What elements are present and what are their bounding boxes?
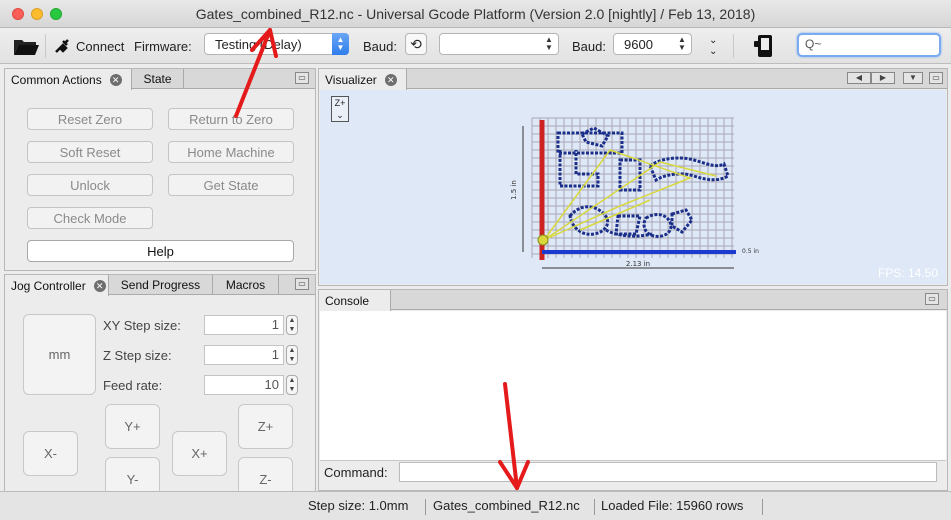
firmware-select[interactable]: Testing (Delay) ▲ ▼ [204,33,349,55]
fps-readout: FPS: 14.50 [877,266,938,280]
tab-list-button[interactable]: ▼ [903,72,923,84]
double-chevron-down-icon: ⌄ ⌄ [709,35,718,57]
toolbar-overflow-button[interactable]: ⌄ ⌄ [709,28,717,64]
scroll-tabs-right-button[interactable]: ▶ [871,72,895,84]
tab-visualizer[interactable]: Visualizer ✕ [319,69,407,90]
status-separator [425,499,426,515]
home-machine-button[interactable]: Home Machine [168,141,294,163]
unlock-button[interactable]: Unlock [27,174,153,196]
title-bar: Gates_combined_R12.nc - Universal Gcode … [0,0,951,28]
check-mode-button[interactable]: Check Mode [27,207,153,229]
connect-button[interactable]: Connect [52,28,124,64]
dim-label-horizontal: 2.13 in [626,260,650,268]
console-output[interactable] [320,311,946,461]
tab-macros[interactable]: Macros [213,275,279,295]
z-step-input[interactable]: 1 [204,345,284,365]
rapid-moves [543,149,717,241]
refresh-icon: ⟲ [410,35,422,52]
visualizer-panel: Visualizer ✕ ◀ ▶ ▼ ▭ Z+ ⌄ 1.5 in 2.13 in… [318,68,948,286]
toolbar-separator [45,34,46,58]
help-button[interactable]: Help [27,240,294,262]
baud-select[interactable]: 9600 ▲ ▼ [613,33,692,55]
status-loaded-file: Loaded File: 15960 rows [601,498,744,513]
chevron-updown-icon: ▲ ▼ [545,35,553,52]
dim-label-small: 0.5 in [742,248,759,255]
get-state-button[interactable]: Get State [168,174,294,196]
toolpath-view: 1.5 in 2.13 in 0.5 in [510,117,759,269]
search-icon: Q~ [805,37,822,51]
status-file-name: Gates_combined_R12.nc [433,498,580,513]
tab-common-actions[interactable]: Common Actions ✕ [5,69,132,90]
close-tab-icon[interactable]: ✕ [109,73,122,86]
pendant-button[interactable] [752,28,776,64]
close-tab-icon[interactable]: ✕ [384,73,397,86]
common-actions-tabbar: Common Actions ✕ State ▭ [5,69,315,90]
status-separator [762,499,763,515]
jog-x-minus-button[interactable]: X- [23,431,78,476]
refresh-ports-button[interactable]: ⟲ [405,33,427,55]
common-actions-panel: Common Actions ✕ State ▭ Reset Zero Retu… [4,68,316,271]
jog-tabbar: Jog Controller ✕ Send Progress Macros ▭ [5,275,315,296]
units-toggle-button[interactable]: mm [23,314,96,395]
plug-icon [55,39,69,53]
status-step-size: Step size: 1.0mm [308,498,409,513]
minimize-panel-button[interactable]: ▭ [929,72,943,84]
search-input[interactable]: Q~ [797,33,941,57]
z-step-label: Z Step size: [103,348,172,363]
visualizer-canvas[interactable]: Z+ ⌄ 1.5 in 2.13 in 0.5 in FPS: 14.50 [320,90,946,284]
xy-step-input[interactable]: 1 [204,315,284,335]
dim-label-vertical: 1.5 in [510,180,518,200]
app-window: Gates_combined_R12.nc - Universal Gcode … [0,0,951,520]
tab-jog-controller[interactable]: Jog Controller ✕ [5,275,109,296]
toolbar: Connect Firmware: Testing (Delay) ▲ ▼ Bau… [0,28,951,64]
minimize-panel-button[interactable]: ▭ [925,293,939,305]
pendant-icon [754,35,772,57]
jog-y-plus-button[interactable]: Y+ [105,404,160,449]
minimize-panel-button[interactable]: ▭ [295,72,309,84]
xy-step-stepper[interactable]: ▲ ▼ [286,315,298,335]
reset-zero-button[interactable]: Reset Zero [27,108,153,130]
jog-controller-panel: Jog Controller ✕ Send Progress Macros ▭ … [4,274,316,502]
open-folder-button[interactable] [12,28,40,64]
chevron-updown-icon: ▲ ▼ [332,33,349,55]
chevron-updown-icon: ▲ ▼ [678,35,686,52]
jog-z-plus-button[interactable]: Z+ [238,404,293,449]
folder-icon [14,40,39,55]
soft-reset-button[interactable]: Soft Reset [27,141,153,163]
feed-rate-input[interactable]: 10 [204,375,284,395]
tab-state[interactable]: State [132,69,184,89]
feed-rate-stepper[interactable]: ▲ ▼ [286,375,298,395]
feed-rate-label: Feed rate: [103,378,163,393]
tool-position-marker [537,234,549,246]
z-step-stepper[interactable]: ▲ ▼ [286,345,298,365]
tab-send-progress[interactable]: Send Progress [109,275,213,295]
baud-label: Baud: [572,38,606,54]
command-label: Command: [324,465,388,480]
baud-label-port: Baud: [363,38,397,54]
command-input[interactable] [399,462,937,482]
jog-x-plus-button[interactable]: X+ [172,431,227,476]
visualizer-tabbar: Visualizer ✕ ◀ ▶ ▼ ▭ [319,69,947,90]
scroll-tabs-left-button[interactable]: ◀ [847,72,871,84]
status-bar: Step size: 1.0mm Gates_combined_R12.nc L… [0,491,951,520]
connect-label: Connect [76,38,125,54]
xy-step-label: XY Step size: [103,318,181,333]
console-tabbar: Console ▭ [319,290,947,311]
console-panel: Console ▭ Command: [318,289,948,491]
close-tab-icon[interactable]: ✕ [93,279,106,292]
port-select[interactable]: ▲ ▼ [439,33,559,55]
window-title: Gates_combined_R12.nc - Universal Gcode … [195,6,756,22]
firmware-label: Firmware: [134,38,192,54]
return-to-zero-button[interactable]: Return to Zero [168,108,294,130]
status-separator [594,499,595,515]
toolbar-separator [733,34,734,58]
minimize-panel-button[interactable]: ▭ [295,278,309,290]
tab-console[interactable]: Console [319,290,391,311]
